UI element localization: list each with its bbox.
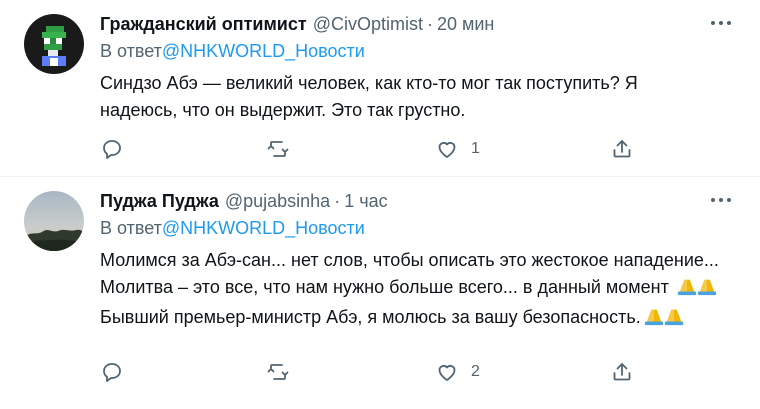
share-button[interactable] (610, 359, 634, 385)
folded-hands-emoji-icon (674, 276, 720, 304)
reply-icon (103, 140, 121, 159)
share-icon (613, 140, 631, 158)
author-handle[interactable]: @pujabsinha (225, 189, 330, 213)
like-count: 1 (471, 140, 480, 157)
like-button[interactable]: 1 (435, 136, 480, 162)
sunset-trees-avatar-icon (24, 191, 84, 251)
tweet-content: Гражданский оптимист @CivOptimist · 20 м… (100, 12, 736, 159)
retweet-icon (267, 141, 289, 157)
author-name[interactable]: Пуджа Пуджа (100, 189, 219, 213)
tweet-text-part1: Молимся за Абэ-сан... нет слов, чтобы оп… (100, 250, 719, 297)
separator-dot: · (334, 191, 341, 211)
tweet-text: Молимся за Абэ-сан... нет слов, чтобы оп… (100, 247, 730, 334)
avatar[interactable] (24, 191, 84, 251)
reply-icon (103, 363, 121, 382)
tweet-content: Пуджа Пуджа @pujabsinha · 1 час В ответ@… (100, 189, 736, 334)
reply-mention-link[interactable]: @NHKWORLD_Новости (162, 218, 365, 238)
share-icon (613, 363, 631, 381)
more-icon[interactable] (706, 16, 736, 30)
folded-hands-emoji-icon (641, 306, 687, 334)
reply-prefix: В ответ (100, 218, 162, 238)
reply-button[interactable] (100, 136, 136, 162)
pixel-art-avatar-icon (24, 14, 84, 74)
reply-context: В ответ@NHKWORLD_Новости (100, 38, 736, 64)
share-button[interactable] (610, 136, 634, 162)
like-icon (438, 142, 456, 158)
like-button[interactable]: 2 (435, 359, 480, 385)
reply-mention-link[interactable]: @NHKWORLD_Новости (162, 41, 365, 61)
tweet[interactable]: Гражданский оптимист @CivOptimist · 20 м… (0, 0, 760, 177)
tweet-feed: Гражданский оптимист @CivOptimist · 20 м… (0, 0, 760, 409)
timestamp[interactable]: 1 час (344, 189, 387, 213)
retweet-button[interactable] (266, 359, 302, 385)
separator-dot: · (426, 14, 433, 34)
avatar[interactable] (24, 14, 84, 74)
tweet-header: Пуджа Пуджа @pujabsinha · 1 час (100, 189, 736, 213)
tweet[interactable]: Пуджа Пуджа @pujabsinha · 1 час В ответ@… (0, 177, 760, 409)
like-icon (438, 365, 456, 381)
author-name[interactable]: Гражданский оптимист (100, 12, 307, 36)
more-icon[interactable] (706, 193, 736, 207)
tweet-actions: 1 (100, 136, 660, 162)
tweet-text: Синдзо Абэ — великий человек, как кто-то… (100, 73, 638, 120)
like-count: 2 (471, 363, 480, 380)
reply-prefix: В ответ (100, 41, 162, 61)
tweet-header: Гражданский оптимист @CivOptimist · 20 м… (100, 12, 736, 36)
author-handle[interactable]: @CivOptimist (313, 12, 423, 36)
reply-context: В ответ@NHKWORLD_Новости (100, 215, 736, 241)
retweet-button[interactable] (266, 136, 302, 162)
reply-button[interactable] (100, 359, 136, 385)
tweet-actions: 2 (100, 359, 660, 385)
tweet-text-part2: Бывший премьер-министр Абэ, я молюсь за … (100, 307, 641, 327)
timestamp[interactable]: 20 мин (437, 12, 494, 36)
retweet-icon (267, 364, 289, 380)
